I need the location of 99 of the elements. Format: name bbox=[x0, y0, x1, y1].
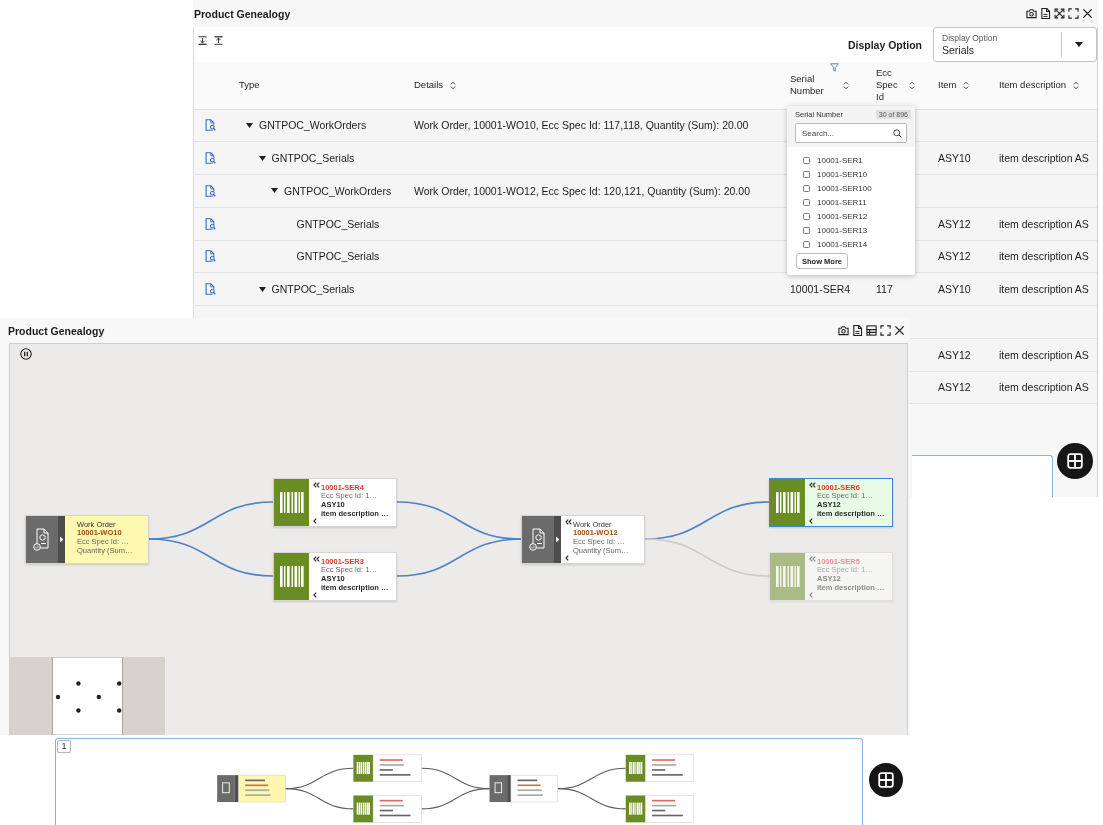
chevron-left-icon[interactable] bbox=[809, 517, 813, 524]
table-cell: item description AS bbox=[999, 283, 1089, 296]
grid-icon bbox=[878, 772, 894, 788]
column-header[interactable]: Type bbox=[239, 79, 260, 92]
filter-option[interactable]: 10001-SER11 bbox=[803, 195, 867, 209]
document-search-icon[interactable] bbox=[205, 250, 216, 263]
table-cell: ASY12 bbox=[938, 381, 971, 394]
document-search-icon[interactable] bbox=[205, 184, 216, 197]
search-icon[interactable] bbox=[893, 128, 902, 138]
checkbox[interactable] bbox=[803, 198, 810, 206]
table-cell: Work Order, 10001-WO10, Ecc Spec Id: 117,118, Quantity (Sum): 20.00 bbox=[414, 119, 749, 132]
table-cell: item description AS bbox=[999, 152, 1089, 165]
double-chevron-left-icon[interactable] bbox=[313, 481, 320, 488]
fullscreen-icon[interactable] bbox=[880, 325, 891, 336]
close-icon[interactable] bbox=[894, 325, 905, 336]
document-search-icon[interactable] bbox=[205, 119, 216, 132]
table-cell: ASY12 bbox=[938, 217, 971, 230]
tree-node-label[interactable]: GNTPOC_WorkOrders bbox=[259, 119, 367, 132]
document-search-icon[interactable] bbox=[205, 152, 216, 165]
table-cell: ASY10 bbox=[938, 283, 971, 296]
caret-down-icon[interactable] bbox=[271, 188, 278, 194]
tree-node-label[interactable]: GNTPOC_Serials bbox=[296, 217, 380, 230]
barcode-icon bbox=[770, 478, 805, 526]
checkbox[interactable] bbox=[803, 226, 810, 234]
filter-option[interactable]: 10001-SER14 bbox=[803, 237, 868, 251]
camera-icon[interactable] bbox=[838, 325, 849, 336]
double-chevron-left-icon[interactable] bbox=[809, 481, 816, 488]
sort-icon[interactable] bbox=[909, 80, 915, 90]
column-header[interactable]: Details bbox=[414, 79, 444, 92]
tree-node-label[interactable]: GNTPOC_Serials bbox=[296, 250, 380, 263]
column-header[interactable]: Item bbox=[938, 79, 957, 92]
chevron-left-icon[interactable] bbox=[313, 517, 317, 524]
tree-node-label[interactable]: GNTPOC_Serials bbox=[271, 152, 355, 165]
document-search-icon[interactable] bbox=[205, 283, 216, 296]
checkbox[interactable] bbox=[803, 156, 810, 164]
checkbox[interactable] bbox=[803, 212, 810, 220]
overview-toggle-button[interactable] bbox=[1057, 443, 1093, 480]
chevron-left-icon[interactable] bbox=[313, 591, 317, 598]
table-cell: 117 bbox=[876, 283, 893, 296]
pause-icon[interactable] bbox=[20, 348, 32, 360]
caret-right-icon[interactable] bbox=[554, 515, 561, 563]
caret-down-icon[interactable] bbox=[258, 286, 266, 292]
barcode-icon bbox=[274, 478, 309, 526]
table-cell: ASY12 bbox=[938, 348, 971, 361]
table-cell: item description AS bbox=[999, 250, 1089, 263]
filter-option[interactable]: 10001-SER1 bbox=[803, 153, 863, 167]
caret-right-icon[interactable] bbox=[58, 515, 65, 563]
filter-option[interactable]: 10001-SER100 bbox=[803, 181, 872, 195]
caret-down-icon[interactable] bbox=[246, 122, 253, 128]
display-option-select[interactable]: Display Option Serials bbox=[933, 27, 1097, 62]
table-cell: Work Order, 10001-WO12, Ecc Spec Id: 120,121, Quantity (Sum): 20.00 bbox=[414, 184, 750, 197]
filter-option[interactable]: 10001-SER12 bbox=[803, 209, 868, 223]
table-cell: ASY10 bbox=[938, 152, 971, 165]
document-icon[interactable] bbox=[852, 325, 863, 336]
document-icon bbox=[522, 515, 554, 563]
table-icon[interactable] bbox=[866, 325, 877, 336]
camera-icon[interactable] bbox=[1026, 8, 1037, 19]
table-cell: item description AS bbox=[999, 381, 1089, 394]
table-cell: ASY12 bbox=[938, 250, 971, 263]
tree-node-label[interactable]: GNTPOC_WorkOrders bbox=[284, 184, 392, 197]
filter-option[interactable]: 10001-SER13 bbox=[803, 223, 868, 237]
column-header[interactable]: Ecc Spec Id bbox=[876, 67, 902, 104]
sort-icon[interactable] bbox=[843, 80, 849, 90]
sort-icon[interactable] bbox=[963, 80, 970, 90]
overview-toggle-button[interactable] bbox=[869, 763, 903, 797]
table-cell: item description AS bbox=[999, 217, 1089, 230]
filter-option[interactable]: 10001-SER10 bbox=[803, 167, 868, 181]
column-header[interactable]: Item description bbox=[999, 79, 1067, 92]
document-icon[interactable] bbox=[1040, 8, 1051, 19]
diagonal-arrows-icon[interactable] bbox=[1054, 8, 1065, 19]
table-cell: item description AS bbox=[999, 348, 1089, 361]
barcode-icon bbox=[770, 552, 805, 600]
sort-icon[interactable] bbox=[1073, 80, 1080, 90]
panel-title: Product Genealogy bbox=[194, 7, 291, 20]
filter-icon[interactable] bbox=[830, 63, 839, 72]
fullscreen-icon[interactable] bbox=[1068, 8, 1079, 19]
checkbox[interactable] bbox=[803, 240, 810, 248]
document-search-icon[interactable] bbox=[205, 217, 216, 230]
double-chevron-left-icon[interactable] bbox=[565, 518, 572, 525]
display-option-label: Display Option bbox=[847, 38, 922, 51]
table-cell: 10001-SER4 bbox=[790, 283, 851, 296]
document-icon bbox=[26, 515, 58, 563]
tree-node-label[interactable]: GNTPOC_Serials bbox=[271, 283, 355, 296]
arrow-down-bars-icon[interactable] bbox=[198, 36, 207, 45]
double-chevron-left-icon[interactable] bbox=[313, 555, 320, 562]
close-icon[interactable] bbox=[1082, 8, 1093, 19]
checkbox[interactable] bbox=[803, 170, 810, 178]
caret-down-icon[interactable] bbox=[1075, 42, 1083, 47]
column-header[interactable]: Serial Number bbox=[790, 73, 836, 98]
search-field[interactable]: Search... bbox=[795, 123, 907, 143]
caret-down-icon[interactable] bbox=[258, 155, 266, 161]
chevron-left-icon[interactable] bbox=[565, 554, 569, 561]
checkbox[interactable] bbox=[803, 184, 810, 192]
panel-title: Product Genealogy bbox=[8, 324, 105, 337]
sort-icon[interactable] bbox=[450, 80, 457, 90]
page-number-badge: 1 bbox=[57, 740, 71, 753]
arrow-up-bars-icon[interactable] bbox=[214, 36, 223, 45]
barcode-icon bbox=[274, 552, 309, 600]
grid-icon bbox=[1067, 453, 1083, 470]
